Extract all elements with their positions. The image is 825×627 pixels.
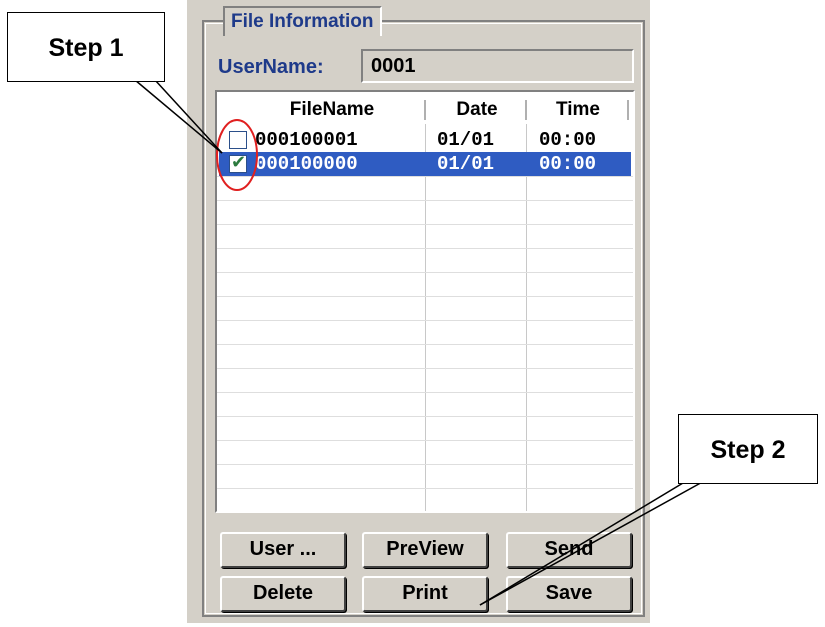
step1-pointer-line xyxy=(134,79,223,154)
annotation-overlay xyxy=(134,79,707,606)
step1-highlight-circle xyxy=(216,119,258,191)
step2-pointer-line xyxy=(479,479,689,606)
step1-callout: Step 1 xyxy=(7,12,165,82)
step2-callout: Step 2 xyxy=(678,414,818,484)
step1-pointer-line xyxy=(154,79,223,154)
step2-pointer-line xyxy=(479,479,707,606)
